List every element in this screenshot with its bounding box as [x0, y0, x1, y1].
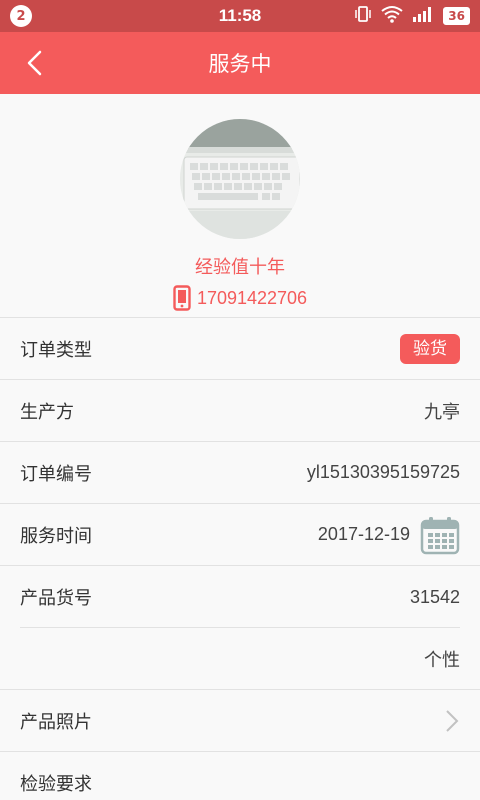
user-name: 经验值十年	[195, 257, 285, 278]
row-producer: 生产方 九亭	[0, 380, 480, 442]
row-product-photo[interactable]: 产品照片	[0, 690, 480, 752]
product-no-value: 31542	[409, 586, 460, 607]
product-no-label: 产品货号	[20, 588, 92, 609]
service-time-label: 服务时间	[20, 525, 92, 547]
row-service-time[interactable]: 服务时间 2017-12-19	[0, 504, 480, 566]
nav-bar: 服务中	[0, 32, 480, 94]
page-title: 服务中	[208, 52, 272, 76]
row-order-no: 订单编号 yl15130395159725	[0, 442, 480, 504]
profile-section: 经验值十年 17091422706	[0, 94, 480, 318]
avatar[interactable]	[180, 119, 300, 239]
row-product-extra: 个性	[0, 628, 480, 690]
order-type-label: 订单类型	[20, 339, 92, 361]
row-product-no: 产品货号 31542	[0, 566, 480, 628]
order-no-label: 订单编号	[20, 463, 92, 485]
service-time-value: 2017-12-19	[317, 524, 410, 544]
product-photo-label: 产品照片	[20, 711, 92, 733]
phone-icon	[173, 285, 191, 311]
product-extra-value: 个性	[424, 649, 460, 671]
back-button[interactable]	[22, 49, 50, 77]
status-time: 11:58	[218, 6, 262, 25]
producer-label: 生产方	[20, 401, 74, 423]
order-no-value: yl15130395159725	[306, 462, 460, 482]
order-type-badge: 验货	[400, 333, 460, 364]
order-details: 订单类型 验货 生产方 九亭 订单编号 yl15130395159725 服务时…	[0, 318, 480, 800]
row-inspection[interactable]: 检验要求	[0, 752, 480, 800]
calendar-icon[interactable]	[420, 515, 460, 555]
producer-value: 九亭	[424, 401, 460, 423]
phone-number: 17091422706	[196, 287, 308, 308]
phone-link[interactable]: 17091422706	[173, 285, 307, 311]
status-bar: 2 11:58 36	[0, 0, 480, 32]
chevron-right-icon	[446, 709, 459, 732]
inspection-label: 检验要求	[20, 774, 92, 795]
chevron-left-icon	[27, 50, 42, 76]
row-order-type: 订单类型 验货	[0, 318, 480, 380]
